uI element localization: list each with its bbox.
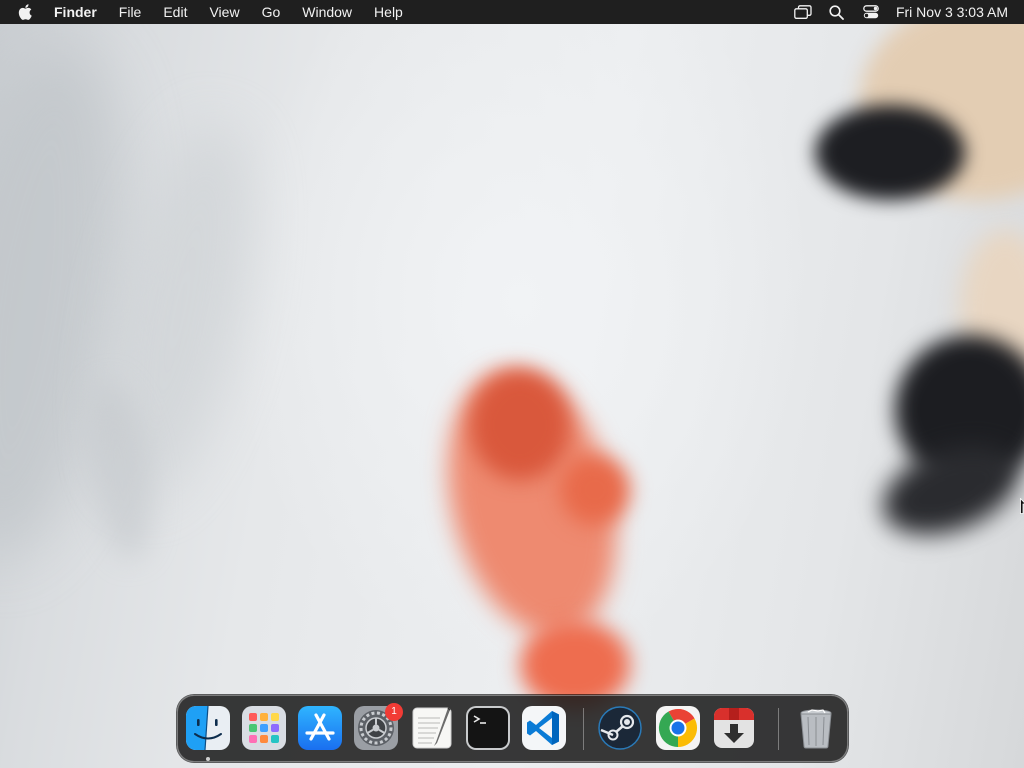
menu-view[interactable]: View	[209, 4, 239, 20]
apple-logo-icon[interactable]	[18, 4, 34, 20]
downloader-icon[interactable]	[712, 706, 756, 750]
launchpad-icon[interactable]	[242, 706, 286, 750]
chrome-icon[interactable]	[656, 706, 700, 750]
wallpaper-cat-paw	[815, 105, 965, 200]
notification-badge: 1	[385, 703, 403, 721]
menu-bar: Finder File Edit View Go Window Help Fri…	[0, 0, 1024, 24]
vscode-icon[interactable]	[522, 706, 566, 750]
wallpaper-fish	[470, 370, 570, 480]
menu-edit[interactable]: Edit	[163, 4, 187, 20]
menu-file[interactable]: File	[119, 4, 142, 20]
menu-go[interactable]: Go	[262, 4, 281, 20]
steam-icon[interactable]	[598, 706, 642, 750]
dock-divider	[583, 708, 584, 750]
menu-window[interactable]: Window	[302, 4, 352, 20]
terminal-icon[interactable]	[466, 706, 510, 750]
running-indicator	[206, 757, 210, 761]
mouse-cursor	[1020, 497, 1024, 514]
menu-help[interactable]: Help	[374, 4, 403, 20]
trash-icon[interactable]	[794, 706, 838, 750]
app-store-icon[interactable]	[298, 706, 342, 750]
finder-icon[interactable]	[186, 705, 230, 751]
menu-bar-clock[interactable]: Fri Nov 3 3:03 AM	[896, 4, 1008, 20]
textedit-icon[interactable]	[410, 706, 454, 750]
menu-app-finder[interactable]: Finder	[54, 4, 97, 20]
dock: 1	[177, 695, 848, 762]
control-center-icon[interactable]	[862, 4, 880, 20]
dock-divider	[778, 708, 779, 750]
spotlight-search-icon[interactable]	[828, 4, 846, 20]
desktop-wallpaper	[0, 0, 1024, 768]
wallpaper-fish	[560, 455, 630, 525]
screen-mirroring-icon[interactable]	[794, 4, 812, 20]
